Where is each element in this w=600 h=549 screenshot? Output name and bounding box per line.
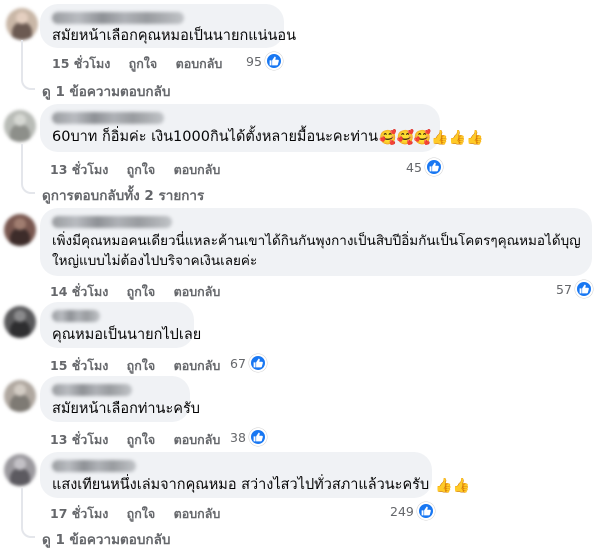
like-thumb-icon <box>424 158 443 176</box>
reaction-count[interactable]: 249 <box>390 502 435 520</box>
view-replies-link[interactable]: ดูการตอบกลับทั้ง 2 รายการ <box>42 184 204 206</box>
comment-time[interactable]: 15 ชั่วโมง <box>52 56 110 71</box>
comment-time[interactable]: 15 ชั่วโมง <box>50 358 108 373</box>
comment-text: คุณหมอเป็นนายกไปเลย <box>52 327 202 343</box>
like-thumb-icon <box>248 354 267 372</box>
like-thumb-icon <box>574 280 593 298</box>
emoji-reactions-inline: 🥰🥰🥰👍👍👍 <box>379 130 484 146</box>
like-thumb-icon <box>264 52 283 70</box>
commenter-name-blurred[interactable] <box>52 12 184 24</box>
like-button[interactable]: ถูกใจ <box>127 162 156 177</box>
comment-actions: 13 ชั่วโมง ถูกใจ ตอบกลับ <box>50 160 234 180</box>
avatar[interactable] <box>4 454 36 486</box>
comment-time[interactable]: 13 ชั่วโมง <box>50 162 108 177</box>
comment-bubble: สมัยหน้าเลือกท่านะครับ <box>40 376 200 422</box>
comment-text: แสงเทียนหนึ่งเล่มจากคุณหมอ สว่างไสวไปทั่… <box>52 475 470 495</box>
thread-line <box>21 488 23 528</box>
comment-text: เพิ่งมีคุณหมอคนเดียวนี่แหละค้านเขาได้กิน… <box>52 233 581 269</box>
comment-time[interactable]: 17 ชั่วโมง <box>50 506 108 521</box>
comment-text: สมัยหน้าเลือกคุณหมอเป็นนายกแน่นอน <box>52 28 297 44</box>
reply-button[interactable]: ตอบกลับ <box>174 358 221 373</box>
avatar[interactable] <box>6 8 38 40</box>
comment-text: 60บาท ก็อิ่มค่ะ เงิน1000กินได้ตั้งหลายมื… <box>52 127 484 147</box>
like-button[interactable]: ถูกใจ <box>127 358 156 373</box>
reaction-count[interactable]: 95 <box>246 52 283 70</box>
comment-time[interactable]: 14 ชั่วโมง <box>50 284 108 299</box>
comment-actions: 15 ชั่วโมง ถูกใจ ตอบกลับ <box>50 356 234 376</box>
avatar[interactable] <box>4 214 36 246</box>
like-button[interactable]: ถูกใจ <box>127 506 156 521</box>
view-replies-link[interactable]: ดู 1 ข้อความตอบกลับ <box>42 528 170 549</box>
comment-text-body: 60บาท ก็อิ่มค่ะ เงิน1000กินได้ตั้งหลายมื… <box>52 129 379 145</box>
comment-bubble: คุณหมอเป็นนายกไปเลย <box>40 302 202 348</box>
commenter-name-blurred[interactable] <box>52 112 164 124</box>
like-button[interactable]: ถูกใจ <box>127 432 156 447</box>
comment-bubble: 60บาท ก็อิ่มค่ะ เงิน1000กินได้ตั้งหลายมื… <box>40 104 484 152</box>
reply-button[interactable]: ตอบกลับ <box>174 432 221 447</box>
commenter-name-blurred[interactable] <box>52 384 132 396</box>
reaction-count[interactable]: 45 <box>406 158 443 176</box>
like-button[interactable]: ถูกใจ <box>129 56 158 71</box>
thread-line <box>21 40 23 76</box>
thread-line <box>21 144 23 184</box>
emoji-reactions-inline: 👍👍 <box>435 478 471 494</box>
reaction-count[interactable]: 67 <box>230 354 267 372</box>
avatar[interactable] <box>4 110 36 142</box>
like-button[interactable]: ถูกใจ <box>127 284 156 299</box>
avatar[interactable] <box>4 306 36 338</box>
comment-actions: 15 ชั่วโมง ถูกใจ ตอบกลับ <box>52 54 236 74</box>
thread-connector <box>21 180 35 194</box>
thread-connector <box>21 524 35 538</box>
reply-button[interactable]: ตอบกลับ <box>174 162 221 177</box>
like-thumb-icon <box>248 428 267 446</box>
commenter-name-blurred[interactable] <box>52 216 172 228</box>
comment-bubble: แสงเทียนหนึ่งเล่มจากคุณหมอ สว่างไสวไปทั่… <box>40 452 470 498</box>
commenter-name-blurred[interactable] <box>52 460 136 472</box>
comment-actions: 13 ชั่วโมง ถูกใจ ตอบกลับ <box>50 430 234 450</box>
avatar[interactable] <box>4 380 36 412</box>
reply-button[interactable]: ตอบกลับ <box>174 284 221 299</box>
reaction-count[interactable]: 38 <box>230 428 267 446</box>
like-thumb-icon <box>416 502 435 520</box>
reaction-count[interactable]: 57 <box>556 280 593 298</box>
reply-button[interactable]: ตอบกลับ <box>174 506 221 521</box>
comment-actions: 14 ชั่วโมง ถูกใจ ตอบกลับ <box>50 282 234 302</box>
comment-text-body: แสงเทียนหนึ่งเล่มจากคุณหมอ สว่างไสวไปทั่… <box>52 477 430 493</box>
comment-time[interactable]: 13 ชั่วโมง <box>50 432 108 447</box>
view-replies-link[interactable]: ดู 1 ข้อความตอบกลับ <box>42 80 170 102</box>
commenter-name-blurred[interactable] <box>52 310 100 322</box>
comment-bubble: เพิ่งมีคุณหมอคนเดียวนี่แหละค้านเขาได้กิน… <box>40 208 592 276</box>
comment-bubble: สมัยหน้าเลือกคุณหมอเป็นนายกแน่นอน <box>40 4 297 48</box>
thread-connector <box>21 76 35 90</box>
reply-button[interactable]: ตอบกลับ <box>176 56 223 71</box>
comment-text: สมัยหน้าเลือกท่านะครับ <box>52 401 200 417</box>
comment-actions: 17 ชั่วโมง ถูกใจ ตอบกลับ <box>50 504 234 524</box>
